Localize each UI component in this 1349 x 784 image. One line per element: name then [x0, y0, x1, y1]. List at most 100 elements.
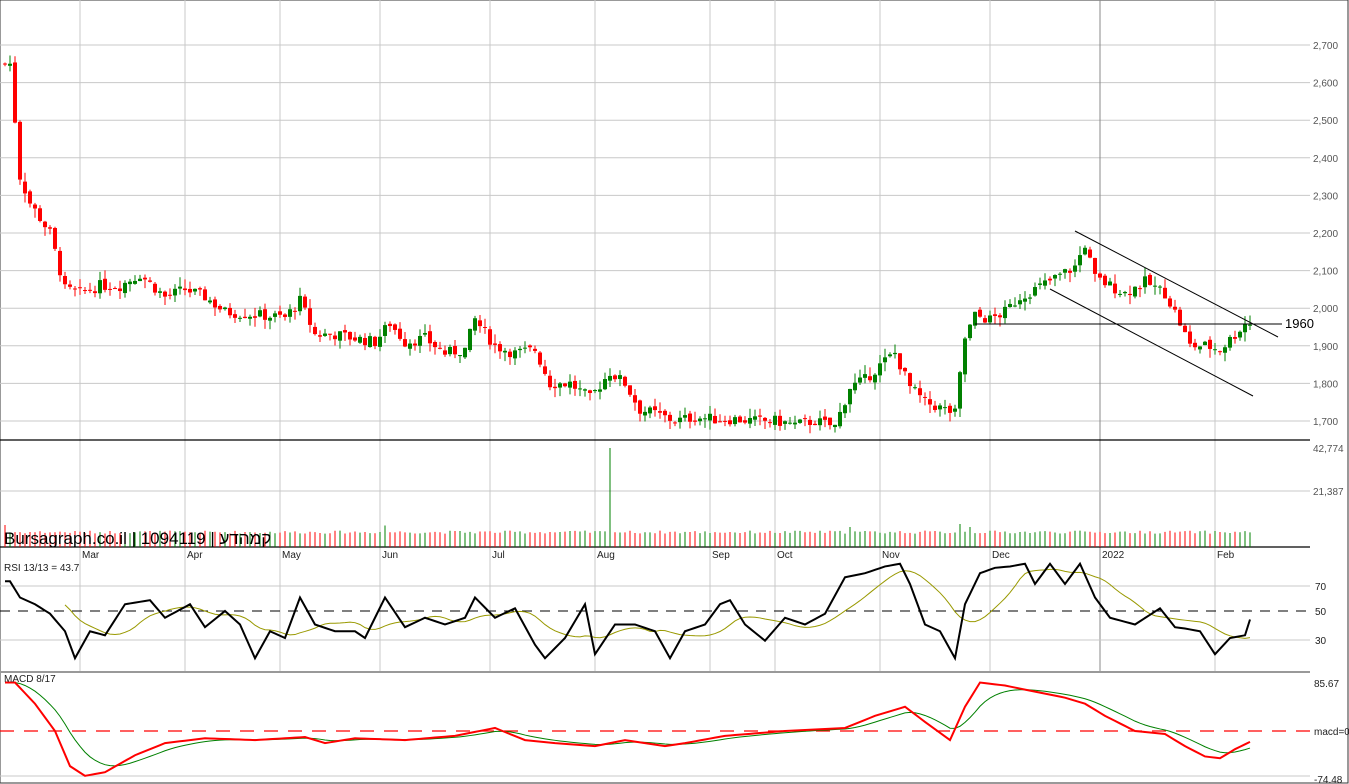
candle-down — [393, 324, 397, 330]
month-label: May — [282, 550, 301, 561]
candle-up — [1213, 349, 1217, 351]
candle-up — [458, 355, 462, 357]
candle-up — [568, 381, 572, 388]
candle-down — [1068, 270, 1072, 273]
candle-up — [223, 307, 227, 310]
candle-down — [628, 385, 632, 395]
candle-down — [828, 417, 832, 426]
candle-down — [278, 311, 282, 315]
candle-up — [938, 405, 942, 410]
candle-up — [1243, 323, 1247, 333]
candle-up — [888, 354, 892, 357]
candle-up — [603, 379, 607, 390]
candle-up — [1008, 303, 1012, 308]
candle-up — [98, 280, 102, 294]
candle-down — [478, 320, 482, 327]
month-label: Aug — [597, 550, 615, 561]
candle-down — [1233, 337, 1237, 339]
candle-down — [1193, 342, 1197, 348]
macd-label: MACD 8/17 — [4, 674, 56, 685]
month-label: Dec — [992, 550, 1010, 561]
candle-down — [1113, 283, 1117, 294]
candle-up — [1018, 300, 1022, 305]
candle-up — [1083, 247, 1087, 255]
rsi-label: RSI 13/13 = 43.7 — [4, 563, 80, 574]
candle-up — [618, 375, 622, 379]
price-tick-label: 1,900 — [1313, 342, 1338, 353]
stock-chart: 1960 Bursagraph.co.il | 1094119 | קמהדע … — [0, 0, 1349, 784]
candle-down — [998, 315, 1002, 318]
candle-down — [263, 309, 267, 320]
candle-down — [1128, 293, 1132, 296]
candle-up — [863, 374, 867, 378]
candle-down — [1183, 325, 1187, 333]
candle-up — [943, 407, 947, 409]
candle-down — [1093, 257, 1097, 274]
candle-down — [768, 422, 772, 424]
month-label: Sep — [712, 550, 730, 561]
candle-up — [748, 417, 752, 424]
candle-down — [183, 288, 187, 291]
macd-signal-line — [5, 682, 1251, 767]
candle-down — [1048, 278, 1052, 281]
price-tick-label: 1,700 — [1313, 417, 1338, 428]
candle-down — [623, 376, 627, 386]
candle-up — [1053, 275, 1057, 279]
candle-down — [13, 62, 17, 123]
candle-up — [368, 336, 372, 348]
candle-up — [248, 316, 252, 319]
candle-down — [103, 278, 107, 290]
candle-up — [448, 346, 452, 355]
candle-up — [1203, 341, 1207, 346]
candle-up — [963, 338, 967, 375]
candle-up — [1003, 306, 1007, 319]
candle-down — [433, 342, 437, 348]
candle-down — [1208, 339, 1212, 349]
candle-up — [238, 317, 242, 319]
candle-up — [773, 415, 777, 425]
candle-up — [798, 419, 802, 423]
candle-down — [403, 339, 407, 347]
candle-up — [1058, 273, 1062, 275]
candle-down — [983, 318, 987, 323]
candle-down — [3, 63, 7, 65]
candle-down — [198, 288, 202, 290]
candle-up — [473, 318, 477, 331]
candle-down — [73, 288, 77, 290]
candle-down — [1138, 288, 1142, 290]
candle-down — [58, 250, 62, 276]
candle-up — [1043, 280, 1047, 286]
candle-down — [233, 314, 237, 318]
candle-down — [908, 373, 912, 387]
candle-down — [483, 327, 487, 329]
candle-up — [503, 350, 507, 353]
candle-up — [463, 347, 467, 358]
candle-down — [693, 420, 697, 422]
candle-down — [108, 288, 112, 290]
candle-down — [918, 388, 922, 396]
grid — [0, 0, 1349, 784]
candle-up — [733, 417, 737, 425]
candles — [3, 55, 1252, 434]
candle-up — [1073, 265, 1077, 272]
candle-up — [513, 350, 517, 359]
candle-down — [293, 310, 297, 312]
candle-down — [303, 296, 307, 308]
candle-down — [48, 227, 52, 229]
candle-up — [378, 336, 382, 347]
candle-up — [178, 286, 182, 289]
candle-down — [1088, 249, 1092, 258]
candle-up — [988, 315, 992, 323]
candle-down — [933, 405, 937, 410]
candle-up — [883, 357, 887, 363]
candle-up — [418, 335, 422, 346]
candle-up — [288, 309, 292, 317]
candle-down — [453, 345, 457, 355]
candle-down — [653, 406, 657, 411]
rsi-signal-line — [64, 568, 1251, 639]
candle-up — [838, 411, 842, 427]
candle-up — [583, 389, 587, 391]
candle-up — [708, 413, 712, 421]
candle-down — [53, 227, 57, 249]
candle-down — [143, 277, 147, 280]
